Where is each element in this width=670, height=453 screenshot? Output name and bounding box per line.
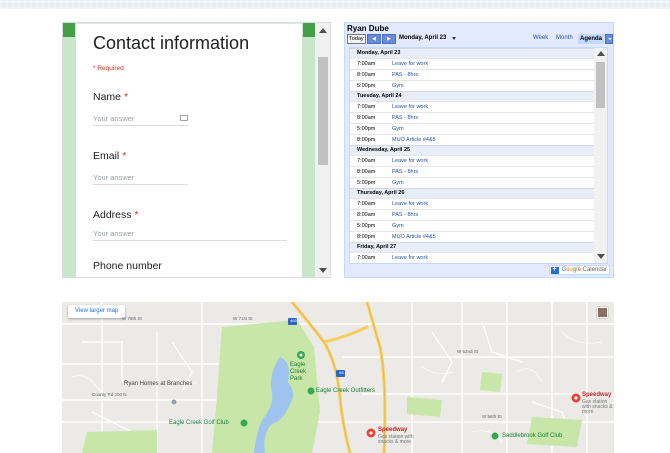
day-header: Thursday, April 26 <box>350 188 594 198</box>
agenda-event[interactable]: 5:00pm Gym <box>350 123 594 134</box>
map-label[interactable]: Speedway <box>582 392 611 398</box>
park-area <box>480 372 502 392</box>
agenda-scroll-thumb[interactable] <box>596 62 605 108</box>
golf-pin-icon <box>491 432 499 440</box>
required-star: * <box>134 209 139 221</box>
outfitters-pin-icon <box>307 387 315 395</box>
today-button[interactable]: Today <box>347 34 366 44</box>
google-wordmark: Google <box>561 267 581 273</box>
map-label[interactable]: Ryan Homes at Branches <box>124 381 192 387</box>
park-area <box>407 397 442 417</box>
chevron-down-icon[interactable] <box>452 37 456 40</box>
gas-station-pin-icon <box>571 393 581 403</box>
form-scroll-thumb[interactable] <box>318 57 328 165</box>
prev-button[interactable]: ◀ <box>367 34 381 44</box>
road-label: W 79th St <box>122 316 142 321</box>
form-accent-right <box>303 23 315 37</box>
avatar[interactable] <box>597 307 608 318</box>
agenda-event[interactable]: 5:00pm Gym <box>350 177 594 188</box>
day-header: Wednesday, April 25 <box>350 145 594 155</box>
day-header: Monday, April 23 <box>350 48 594 58</box>
golf-pin-icon <box>240 419 248 427</box>
road-label: County Rd 200 N <box>92 392 127 397</box>
park-area <box>527 417 582 447</box>
agenda-event[interactable]: 8:00am PAS - 8hrs <box>350 69 594 80</box>
road-label: W 62nd St <box>457 349 479 354</box>
agenda-event[interactable]: 7:00am Leave for work <box>350 101 594 112</box>
google-form-embed[interactable]: Contact information * Required Name * Yo… <box>62 22 331 278</box>
home-pin-icon <box>171 399 177 405</box>
form-scrollbar[interactable] <box>315 23 330 277</box>
arrow-down-icon[interactable] <box>596 254 605 259</box>
required-note: * Required <box>93 65 124 72</box>
map-label[interactable]: Eagle Creek Park <box>290 362 314 383</box>
agenda-event[interactable]: 8:00pm MUO Article #4&5 <box>350 134 594 145</box>
next-button[interactable]: ▶ <box>382 34 396 44</box>
tab-week[interactable]: Week <box>533 35 548 41</box>
arrow-down-icon[interactable] <box>319 268 327 273</box>
google-calendar-embed[interactable]: Ryan Dube Today ◀ ▶ Monday, April 23 Wee… <box>344 22 614 278</box>
agenda-event[interactable]: 7:00am Leave for work <box>350 252 594 263</box>
agenda-scrollbar[interactable] <box>594 48 607 263</box>
map-label[interactable]: Eagle Creek Outfitters <box>316 388 375 394</box>
day-header: Friday, April 27 <box>350 242 594 252</box>
address-input[interactable]: Your answer <box>93 229 287 241</box>
agenda-list: Monday, April 23 7:00am Leave for work 8:… <box>349 47 608 264</box>
interstate-shield-label: 65 <box>339 370 344 375</box>
agenda-event[interactable]: 8:00am PAS - 8hrs <box>350 112 594 123</box>
arrow-up-icon[interactable] <box>596 51 605 56</box>
form-accent-left <box>63 23 75 37</box>
map-label[interactable]: Eagle Creek Golf Club <box>169 420 229 426</box>
map-label[interactable]: Saddlebrook Golf Club <box>502 433 562 439</box>
agenda-event[interactable]: 7:00am Leave for work <box>350 198 594 209</box>
agenda-event[interactable]: 8:00am PAS - 8hrs <box>350 166 594 177</box>
road-label: W 71st St <box>233 316 253 321</box>
map-label[interactable]: Speedway <box>378 427 407 433</box>
form-card: Contact information * Required Name * Yo… <box>75 23 303 277</box>
agenda-event[interactable]: 5:00pm Gym <box>350 80 594 91</box>
question-email-label: Email * <box>93 150 127 162</box>
tab-month[interactable]: Month <box>556 35 573 41</box>
form-title: Contact information <box>93 33 250 53</box>
agenda-rows: Monday, April 23 7:00am Leave for work 8:… <box>350 48 594 263</box>
gas-station-pin-icon <box>366 428 376 438</box>
interstate-shield-label: 465 <box>290 318 297 323</box>
google-map-embed[interactable]: View larger map Ryan Homes at Branches E… <box>62 302 614 453</box>
current-date[interactable]: Monday, April 23 <box>399 35 446 41</box>
map-label: Gas station with snacks & more <box>582 399 613 415</box>
park-area <box>82 430 157 453</box>
question-phone-label: Phone number <box>93 260 162 272</box>
plus-icon[interactable]: + <box>550 266 559 274</box>
map-canvas[interactable] <box>62 302 614 453</box>
question-name-label: Name * <box>93 91 129 103</box>
view-larger-map-link[interactable]: View larger map <box>68 305 126 318</box>
park-pin-icon <box>297 351 305 359</box>
name-input[interactable]: Your answer <box>93 114 188 126</box>
view-dropdown-icon[interactable] <box>605 34 613 44</box>
required-star: * <box>123 91 129 103</box>
agenda-event[interactable]: 7:00am Leave for work <box>350 155 594 166</box>
google-calendar-badge[interactable]: + Google Calendar <box>548 265 610 275</box>
question-address-label: Address * <box>93 209 139 221</box>
keyboard-icon[interactable] <box>180 115 188 121</box>
day-header: Tuesday, April 24 <box>350 91 594 101</box>
arrow-up-icon[interactable] <box>319 28 327 33</box>
agenda-event[interactable]: 8:00am PAS - 8hrs <box>350 209 594 220</box>
agenda-event[interactable]: 7:00am Leave for work <box>350 58 594 69</box>
email-input[interactable]: Your answer <box>93 173 188 185</box>
agenda-event[interactable]: 8:00pm MUO Article #4&5 <box>350 231 594 242</box>
map-label: Gas station with snacks & more <box>378 434 414 445</box>
calendar-owner: Ryan Dube <box>347 24 389 33</box>
required-star: * <box>122 150 127 162</box>
road-label: W 56th St <box>482 414 502 419</box>
calendar-toolbar: Today ◀ ▶ Monday, April 23 Week Month Ag… <box>347 34 613 45</box>
agenda-event[interactable]: 5:00pm Gym <box>350 220 594 231</box>
tab-agenda[interactable]: Agenda <box>578 34 605 44</box>
